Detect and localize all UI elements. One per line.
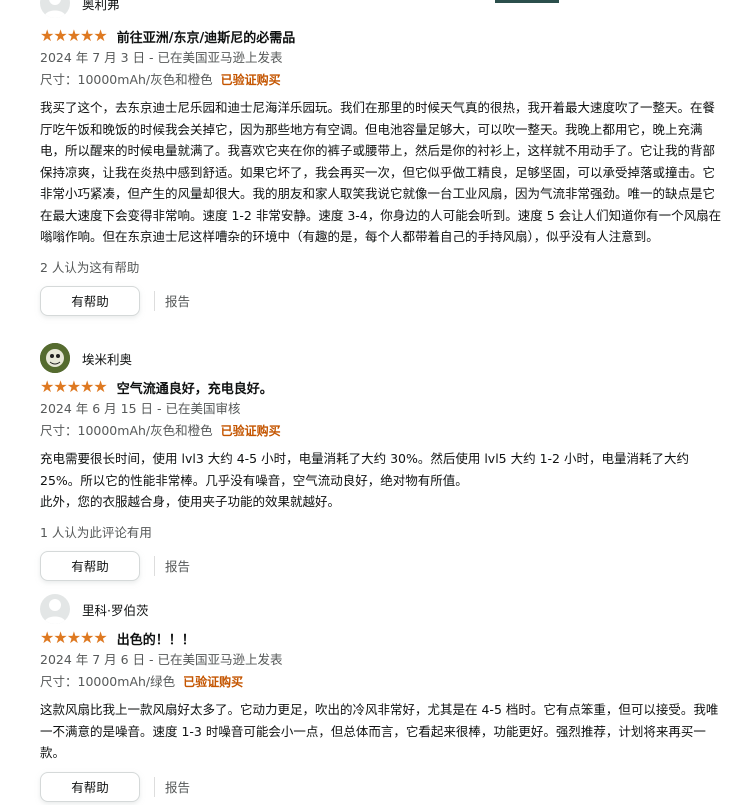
report-link[interactable]: 报告 bbox=[165, 777, 190, 796]
review-date: 2024 年 7 月 3 日 - 已在美国亚马逊上发表 bbox=[40, 50, 283, 65]
review-title[interactable]: 前往亚洲/东京/迪斯尼的必需品 bbox=[117, 27, 296, 46]
star-icon: ★ bbox=[40, 377, 54, 396]
star-icon: ★ bbox=[66, 377, 81, 396]
review-body: 这款风扇比我上一款风扇好太多了。它动力更足，吹出的冷风非常好，尤其是在 4-5 … bbox=[40, 702, 719, 760]
star-icon: ★ bbox=[93, 26, 107, 45]
review-card: 奥利弗 ★ ★ ★ ★ ★ 前往亚洲/东京/迪斯尼的必需品 2024 年 7 月 3 日… bbox=[40, 0, 730, 316]
variant-text[interactable]: 尺寸：10000mAh/灰色和橙色 bbox=[40, 423, 213, 438]
variant-text[interactable]: 尺寸：10000mAh/灰色和橙色 bbox=[40, 72, 213, 87]
author-name: 奥利弗 bbox=[82, 0, 120, 12]
star-icon: ★ bbox=[40, 628, 54, 647]
divider bbox=[154, 290, 155, 311]
report-link[interactable]: 报告 bbox=[165, 556, 190, 575]
divider bbox=[154, 776, 155, 797]
report-link[interactable]: 报告 bbox=[165, 291, 190, 310]
default-user-icon bbox=[40, 594, 70, 624]
variant-text[interactable]: 尺寸：10000mAh/绿色 bbox=[40, 674, 175, 689]
review-author[interactable]: 奥利弗 bbox=[40, 0, 730, 18]
review-card: 里科·罗伯茨 ★ ★ ★ ★ ★ 出色的！！！ 2024 年 7 月 6 日 - 已在美… bbox=[40, 594, 730, 802]
review-body: 我买了这个，去东京迪士尼乐园和迪士尼海洋乐园玩。我们在那里的时候天气真的很热，我… bbox=[40, 100, 722, 244]
star-rating[interactable]: ★ ★ ★ ★ ★ bbox=[40, 377, 108, 396]
review-author[interactable]: 埃米利奥 bbox=[40, 343, 730, 373]
review-author[interactable]: 里科·罗伯茨 bbox=[40, 594, 730, 624]
review-variant: 尺寸：10000mAh/灰色和橙色 已验证购买 bbox=[40, 420, 730, 442]
review-title[interactable]: 出色的！！！ bbox=[117, 629, 195, 648]
helpful-count: 1 人认为此评论有用 bbox=[40, 524, 152, 540]
verified-badge[interactable]: 已验证购买 bbox=[183, 675, 243, 689]
review-card: 埃米利奥 ★ ★ ★ ★ ★ 空气流通良好，充电良好。 2024 年 6 月 15 日 … bbox=[40, 343, 730, 581]
custom-photo-avatar bbox=[40, 343, 70, 373]
star-icon: ★ bbox=[80, 377, 94, 396]
star-icon: ★ bbox=[53, 26, 67, 45]
star-icon: ★ bbox=[66, 628, 81, 647]
star-icon: ★ bbox=[80, 26, 94, 45]
star-icon: ★ bbox=[93, 628, 107, 647]
review-body: 充电需要很长时间，使用 lvl3 大约 4-5 小时，电量消耗了大约 30%。然… bbox=[40, 451, 689, 509]
author-name: 埃米利奥 bbox=[82, 351, 133, 367]
star-rating[interactable]: ★ ★ ★ ★ ★ bbox=[40, 26, 108, 45]
default-user-icon bbox=[40, 0, 70, 18]
star-icon: ★ bbox=[40, 26, 54, 45]
helpful-count: 2 人认为这有帮助 bbox=[40, 259, 140, 275]
review-variant: 尺寸：10000mAh/绿色 已验证购买 bbox=[40, 671, 730, 693]
helpful-button[interactable]: 有帮助 bbox=[40, 285, 140, 316]
review-title[interactable]: 空气流通良好，充电良好。 bbox=[117, 378, 273, 397]
star-icon: ★ bbox=[66, 26, 81, 45]
star-icon: ★ bbox=[53, 628, 67, 647]
verified-badge[interactable]: 已验证购买 bbox=[221, 424, 281, 438]
author-name: 里科·罗伯茨 bbox=[82, 602, 149, 618]
review-date: 2024 年 7 月 6 日 - 已在美国亚马逊上发表 bbox=[40, 652, 283, 667]
star-icon: ★ bbox=[80, 628, 94, 647]
star-icon: ★ bbox=[93, 377, 107, 396]
review-variant: 尺寸：10000mAh/灰色和橙色 已验证购买 bbox=[40, 69, 730, 91]
verified-badge[interactable]: 已验证购买 bbox=[221, 73, 281, 87]
divider bbox=[154, 555, 155, 576]
helpful-button[interactable]: 有帮助 bbox=[40, 550, 140, 581]
helpful-button[interactable]: 有帮助 bbox=[40, 771, 140, 802]
review-date: 2024 年 6 月 15 日 - 已在美国审核 bbox=[40, 401, 241, 416]
star-icon: ★ bbox=[53, 377, 67, 396]
star-rating[interactable]: ★ ★ ★ ★ ★ bbox=[40, 628, 108, 647]
